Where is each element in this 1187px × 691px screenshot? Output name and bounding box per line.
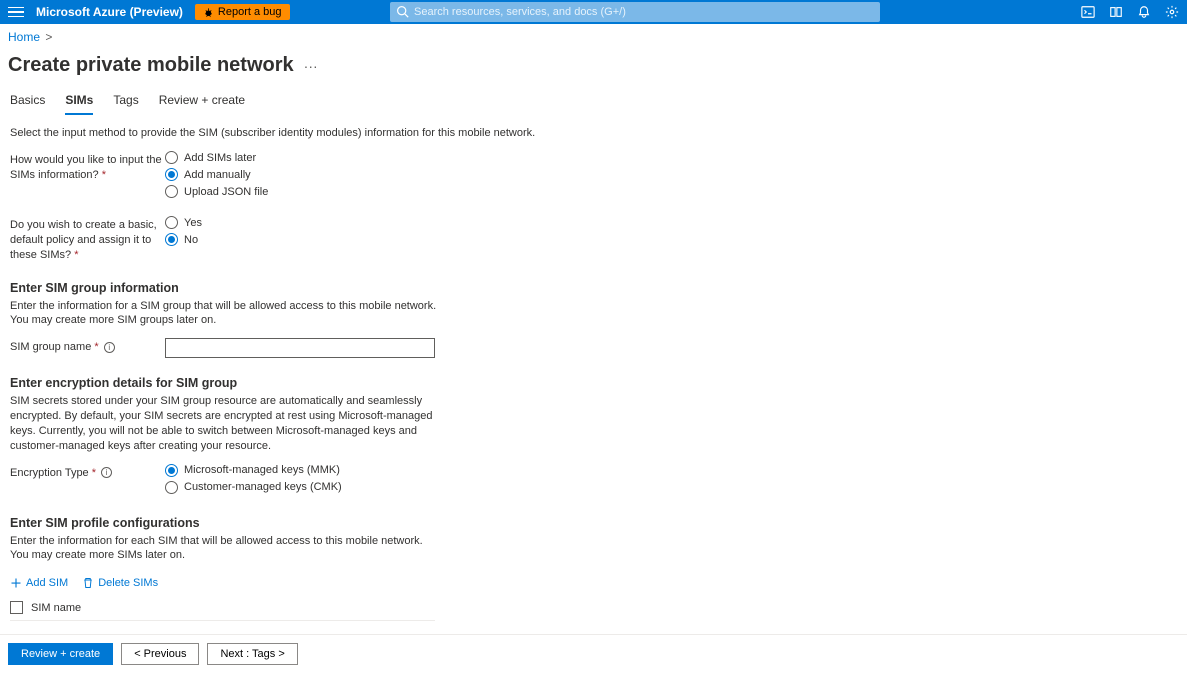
profile-heading: Enter SIM profile configurations [10,516,720,530]
info-icon[interactable]: i [104,342,115,353]
search-icon [396,5,409,18]
sim-group-heading: Enter SIM group information [10,281,720,295]
cloud-shell-icon[interactable] [1081,5,1095,19]
search-input[interactable] [390,2,880,22]
top-right-icons [1081,5,1179,19]
review-create-button[interactable]: Review + create [8,643,113,665]
add-sim-button[interactable]: Add SIM [10,577,68,589]
encryption-type-label: Encryption Type * i [10,464,165,481]
settings-icon[interactable] [1165,5,1179,19]
default-policy-label: Do you wish to create a basic, default p… [10,216,165,263]
encryption-desc: SIM secrets stored under your SIM group … [10,394,440,453]
trash-icon [82,577,94,589]
field-input-method: How would you like to input the SIMs inf… [10,151,720,202]
menu-icon[interactable] [8,4,24,20]
sim-group-name-input[interactable] [165,338,435,358]
select-all-checkbox[interactable] [10,601,23,614]
tab-bar: Basics SIMs Tags Review + create [0,85,1187,115]
field-sim-group-name: SIM group name * i [10,338,720,358]
form-content: Select the input method to provide the S… [0,115,730,691]
tab-sims[interactable]: SIMs [65,93,93,115]
plus-icon [10,577,22,589]
col-sim-name: SIM name [31,602,81,614]
wizard-footer: Review + create < Previous Next : Tags > [0,634,1187,673]
sim-group-desc: Enter the information for a SIM group th… [10,299,440,329]
radio-cmk[interactable]: Customer-managed keys (CMK) [165,481,720,494]
radio-mmk[interactable]: Microsoft-managed keys (MMK) [165,464,720,477]
sim-table-header: SIM name [10,595,435,621]
radio-add-manually[interactable]: Add manually [165,168,720,181]
tab-tags[interactable]: Tags [113,93,138,115]
page-title-row: Create private mobile network ··· [0,50,1187,85]
search-wrapper [390,2,880,22]
profile-desc: Enter the information for each SIM that … [10,534,440,564]
tab-basics[interactable]: Basics [10,93,45,115]
page-title: Create private mobile network [8,54,294,77]
sim-group-name-label: SIM group name * i [10,338,165,355]
notifications-icon[interactable] [1137,5,1151,19]
top-bar: Microsoft Azure (Preview) Report a bug [0,0,1187,24]
report-bug-button[interactable]: Report a bug [195,4,290,20]
brand-label: Microsoft Azure (Preview) [36,5,183,19]
radio-upload-json[interactable]: Upload JSON file [165,185,720,198]
sim-actions: Add SIM Delete SIMs [10,577,720,589]
more-actions-icon[interactable]: ··· [304,58,318,74]
next-button[interactable]: Next : Tags > [207,643,297,665]
previous-button[interactable]: < Previous [121,643,199,665]
field-default-policy: Do you wish to create a basic, default p… [10,216,720,263]
report-bug-label: Report a bug [218,6,282,18]
radio-add-later[interactable]: Add SIMs later [165,151,720,164]
breadcrumb-home[interactable]: Home [8,30,40,44]
field-encryption-type: Encryption Type * i Microsoft-managed ke… [10,464,720,498]
bug-icon [203,7,214,18]
breadcrumb-sep: > [45,30,52,44]
input-method-label: How would you like to input the SIMs inf… [10,151,165,183]
encryption-heading: Enter encryption details for SIM group [10,376,720,390]
radio-policy-yes[interactable]: Yes [165,216,720,229]
delete-sims-button[interactable]: Delete SIMs [82,577,158,589]
breadcrumb: Home > [0,24,1187,50]
tab-review[interactable]: Review + create [159,93,245,115]
intro-text: Select the input method to provide the S… [10,127,720,139]
info-icon[interactable]: i [101,467,112,478]
directory-icon[interactable] [1109,5,1123,19]
radio-policy-no[interactable]: No [165,233,720,246]
